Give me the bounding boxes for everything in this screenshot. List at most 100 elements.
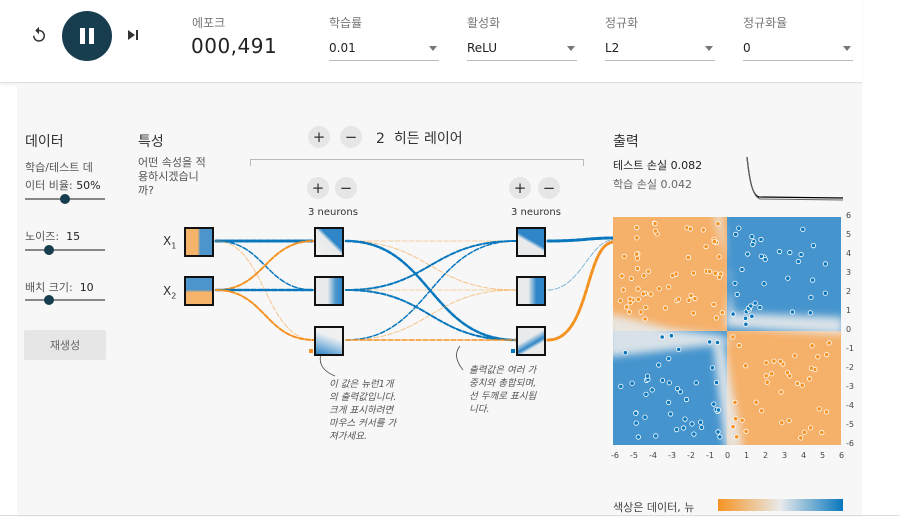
data-point [752, 300, 758, 306]
data-point [643, 391, 649, 397]
data-point [719, 310, 725, 316]
hidden-node-1-1[interactable] [314, 227, 344, 257]
test-loss: 테스트 손실 0.082 [613, 157, 702, 173]
data-point [680, 425, 687, 431]
data-point [673, 427, 680, 433]
data-point [795, 258, 801, 265]
data-point [762, 256, 768, 263]
hidden-node-2-2[interactable] [516, 276, 546, 306]
bias-marker-g3 [511, 349, 515, 353]
data-point [714, 339, 721, 346]
data-point [716, 254, 722, 260]
data-point [656, 362, 662, 368]
data-point [617, 298, 624, 304]
note2-line3: 선 두께로 표시됩 [469, 391, 537, 402]
link-h2-g3 [345, 289, 517, 341]
data-point [689, 421, 695, 427]
data-point [778, 389, 784, 395]
x-tick-label: 1 [744, 451, 750, 460]
data-point [633, 251, 640, 257]
data-point [642, 414, 648, 420]
test-loss-label: 테스트 손실 [613, 159, 668, 172]
data-point [807, 310, 813, 316]
data-point [749, 233, 755, 240]
data-point [624, 304, 630, 310]
y-tick-label: 0 [846, 325, 852, 334]
data-point [667, 411, 674, 417]
hidden-node-2-1[interactable] [516, 227, 546, 257]
data-point [730, 424, 736, 430]
data-point [779, 420, 785, 426]
output-heatmap [613, 217, 841, 445]
note2-line2: 중치와 총합되며, [469, 378, 537, 389]
data-point [712, 270, 718, 276]
data-point [745, 251, 751, 257]
data-point [763, 373, 769, 379]
x-tick-label: -3 [668, 451, 676, 460]
data-point [763, 360, 769, 366]
data-point [675, 296, 682, 302]
data-point [739, 417, 745, 423]
data-point [787, 249, 793, 256]
data-point [666, 380, 672, 386]
data-point [634, 255, 640, 261]
data-point [690, 310, 696, 316]
note2-line4: 니다. [469, 404, 490, 415]
data-point [758, 236, 764, 243]
data-point [807, 376, 813, 382]
data-point [713, 315, 720, 321]
data-point [662, 305, 669, 311]
data-point [652, 220, 658, 227]
data-point [693, 380, 699, 386]
data-point [634, 235, 640, 241]
input-node-x2[interactable] [184, 276, 214, 306]
data-point [809, 343, 815, 349]
data-point [792, 353, 798, 359]
link-x2-h1 [215, 240, 315, 291]
input-node-x1[interactable] [184, 227, 214, 257]
x-tick-label: 0 [725, 451, 731, 460]
data-point [749, 313, 755, 319]
data-point [685, 254, 691, 261]
data-point [810, 277, 816, 283]
data-point [715, 221, 721, 227]
data-point [734, 434, 740, 440]
data-point [665, 399, 672, 405]
data-point [656, 286, 662, 292]
data-point [711, 401, 717, 407]
data-point [743, 428, 749, 434]
data-point [668, 333, 675, 339]
data-point [717, 434, 723, 440]
data-point [742, 315, 749, 321]
weight-note: 출력값은 여러 가 중치와 총합되며, 선 두께로 표시됩 니다. [469, 364, 536, 416]
data-point [759, 408, 765, 414]
train-loss-value: 0.042 [660, 178, 692, 191]
data-point [659, 377, 666, 383]
data-point [682, 416, 688, 422]
data-point [784, 370, 791, 376]
neuron-output-note: 이 값은 뉴런1개 의 출력값입니다. 크게 표시하려면 마우스 커서를 가 져… [329, 378, 396, 443]
data-point [819, 429, 825, 436]
data-point [687, 226, 694, 232]
data-point [633, 410, 639, 416]
data-point [786, 418, 792, 424]
data-point [715, 407, 722, 413]
note1-line4: 마우스 커서를 가 [329, 418, 397, 429]
data-point [716, 274, 723, 280]
data-point [692, 296, 698, 302]
y-tick-label: -4 [846, 401, 854, 410]
y-tick-label: 4 [846, 249, 852, 258]
x-tick-label: -2 [687, 451, 695, 460]
y-tick-label: 6 [846, 211, 852, 220]
data-point [750, 241, 756, 248]
data-point [626, 309, 632, 315]
y-tick-label: 3 [846, 268, 852, 277]
bottom-divider [0, 515, 900, 516]
hidden-node-1-3[interactable] [314, 326, 344, 356]
train-loss: 학습 손실 0.042 [613, 176, 692, 192]
note1-line2: 의 출력값입니다. [329, 392, 397, 403]
test-loss-value: 0.082 [670, 159, 703, 172]
hidden-node-1-2[interactable] [314, 276, 344, 306]
data-point [618, 383, 624, 389]
hidden-node-2-3[interactable] [516, 326, 546, 356]
